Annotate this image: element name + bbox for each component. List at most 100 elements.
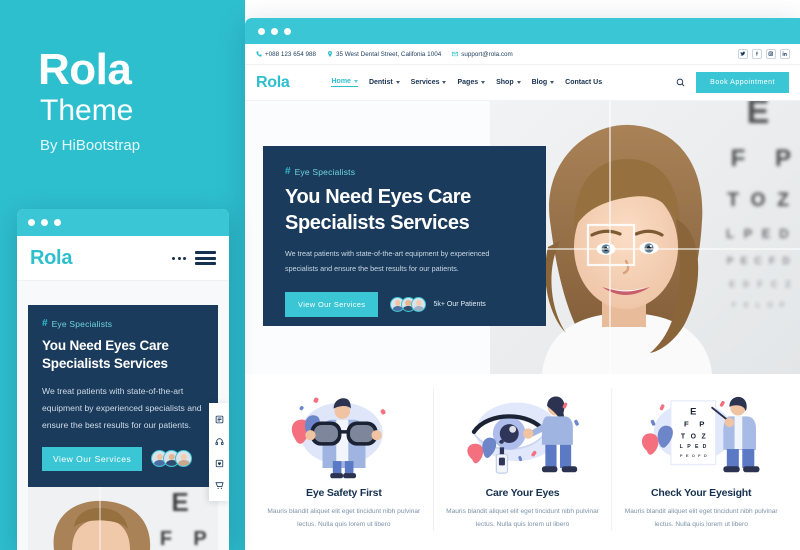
hero-description: We treat patients with state-of-the-art … <box>285 249 490 273</box>
address-info[interactable]: 35 West Dental Street, Califonia 1004 <box>327 51 441 58</box>
mobile-titlebar <box>17 209 229 236</box>
svg-text:F: F <box>160 528 172 550</box>
mobile-hero-tag: # Eye Specialists <box>42 318 204 329</box>
search-icon[interactable] <box>676 78 685 87</box>
window-dot-minimize[interactable] <box>41 219 48 226</box>
more-dots-icon[interactable] <box>172 256 186 260</box>
mobile-hero-actions: View Our Services <box>42 446 204 471</box>
phone-icon <box>256 51 262 57</box>
cart-icon[interactable] <box>209 474 229 496</box>
phone-info[interactable]: +088 123 654 988 <box>256 51 316 58</box>
address-text: 35 West Dental Street, Califonia 1004 <box>335 50 442 58</box>
headphones-icon[interactable] <box>209 430 229 452</box>
promo-byline: By HiBootstrap <box>40 137 141 154</box>
eye-care-illustration <box>446 394 600 480</box>
eye-chart-illustration: E FP TOZ LPED PEOFD <box>624 394 778 480</box>
svg-text:O: O <box>767 302 772 309</box>
svg-text:O: O <box>692 453 695 458</box>
linkedin-icon[interactable] <box>780 49 790 59</box>
wishlist-icon[interactable] <box>209 452 229 474</box>
mobile-view-our-services-button[interactable]: View Our Services <box>42 446 143 471</box>
hero-title: You Need Eyes Care Specialists Services <box>285 186 471 234</box>
service-description: Mauris blandit aliquet elit eget tincidu… <box>624 508 778 529</box>
service-title: Eye Safety First <box>306 487 382 499</box>
nav-item-contact-us[interactable]: Contact Us <box>565 79 602 86</box>
svg-text:E: E <box>747 101 770 131</box>
svg-text:F: F <box>769 256 775 267</box>
chevron-down-icon <box>516 81 521 84</box>
view-our-services-button[interactable]: View Our Services <box>285 291 379 317</box>
nav-item-shop[interactable]: Shop <box>496 79 521 86</box>
svg-text:F: F <box>731 145 746 172</box>
nav-item-dentist[interactable]: Dentist <box>369 79 400 86</box>
mobile-hero-card: # Eye Specialists You Need Eyes Care Spe… <box>28 305 218 487</box>
service-card-check-your-eyesight[interactable]: E FP TOZ LPED PEOFD Check Your Eyesight … <box>611 388 790 532</box>
hash-icon: # <box>42 318 48 329</box>
nav-item-home[interactable]: Home <box>331 78 358 87</box>
mobile-preview-window: Rola # Eye Specialists You Need Eyes Car… <box>17 209 229 550</box>
svg-text:T: T <box>727 190 739 211</box>
mobile-site-logo[interactable]: Rola <box>30 247 72 270</box>
svg-text:O: O <box>691 434 697 441</box>
service-card-care-your-eyes[interactable]: Care Your Eyes Mauris blandit aliquet el… <box>432 388 612 532</box>
patient-avatars <box>390 296 427 312</box>
top-info-bar: +088 123 654 988 35 West Dental Street, … <box>245 44 800 65</box>
avatar <box>411 296 427 312</box>
svg-text:O: O <box>751 190 766 211</box>
svg-text:Z: Z <box>777 190 789 211</box>
patients-stat: 5k+ Our Patients <box>390 296 486 312</box>
window-dot-close[interactable] <box>28 219 35 226</box>
promo-title: Rola <box>38 45 132 94</box>
email-info[interactable]: support@rola.com <box>452 51 513 58</box>
location-pin-icon <box>327 51 332 57</box>
mobile-navbar: Rola <box>17 236 229 281</box>
svg-text:P: P <box>680 453 683 458</box>
email-text: support@rola.com <box>461 50 513 58</box>
chevron-down-icon <box>550 81 555 84</box>
nav-item-blog[interactable]: Blog <box>532 79 555 86</box>
svg-text:P: P <box>780 302 785 309</box>
hamburger-icon[interactable] <box>195 251 216 265</box>
svg-text:Z: Z <box>702 434 706 441</box>
mobile-hero-tag-label: Eye Specialists <box>51 318 113 329</box>
window-dot-maximize[interactable] <box>284 27 291 35</box>
svg-text:E: E <box>741 256 748 267</box>
hero-card: # Eye Specialists You Need Eyes Care Spe… <box>263 146 546 326</box>
svg-text:D: D <box>704 453 707 458</box>
book-appointment-button[interactable]: Book Appointment <box>696 72 789 93</box>
mobile-nav-actions <box>172 251 216 265</box>
site-logo[interactable]: Rola <box>256 74 290 92</box>
svg-text:E: E <box>744 302 749 309</box>
svg-text:E: E <box>686 453 689 458</box>
service-title: Care Your Eyes <box>485 487 560 499</box>
main-menu: Home Dentist Services Pages Shop Blog Co… <box>331 78 602 87</box>
svg-text:D: D <box>743 280 749 289</box>
desktop-preview-window: +088 123 654 988 35 West Dental Street, … <box>245 18 800 550</box>
chevron-down-icon <box>353 80 358 83</box>
hash-icon: # <box>285 166 291 177</box>
nav-item-pages-label: Pages <box>457 79 479 86</box>
svg-text:C: C <box>771 280 777 289</box>
window-dot-minimize[interactable] <box>271 27 278 35</box>
nav-item-pages[interactable]: Pages <box>457 79 486 86</box>
svg-text:E: E <box>729 280 735 289</box>
hero-actions: View Our Services 5k+ Our Patients <box>285 291 524 317</box>
svg-text:P: P <box>699 420 704 429</box>
avatar <box>175 450 193 468</box>
service-title: Check Your Eyesight <box>651 487 752 499</box>
nav-item-services[interactable]: Services <box>411 79 447 86</box>
twitter-icon[interactable] <box>738 49 748 59</box>
window-dot-maximize[interactable] <box>54 219 61 226</box>
window-dot-close[interactable] <box>258 27 265 35</box>
instagram-icon[interactable] <box>766 49 776 59</box>
list-icon[interactable] <box>209 408 229 430</box>
svg-text:F: F <box>732 302 736 309</box>
desktop-titlebar <box>245 18 800 44</box>
nav-item-home-label: Home <box>331 78 351 85</box>
mobile-patient-avatars <box>151 450 193 468</box>
phone-text: +088 123 654 988 <box>265 50 316 58</box>
service-card-eye-safety-first[interactable]: Eye Safety First Mauris blandit aliquet … <box>255 388 433 531</box>
nav-item-dentist-label: Dentist <box>368 79 393 86</box>
facebook-icon[interactable] <box>752 49 762 59</box>
social-links <box>738 49 790 59</box>
